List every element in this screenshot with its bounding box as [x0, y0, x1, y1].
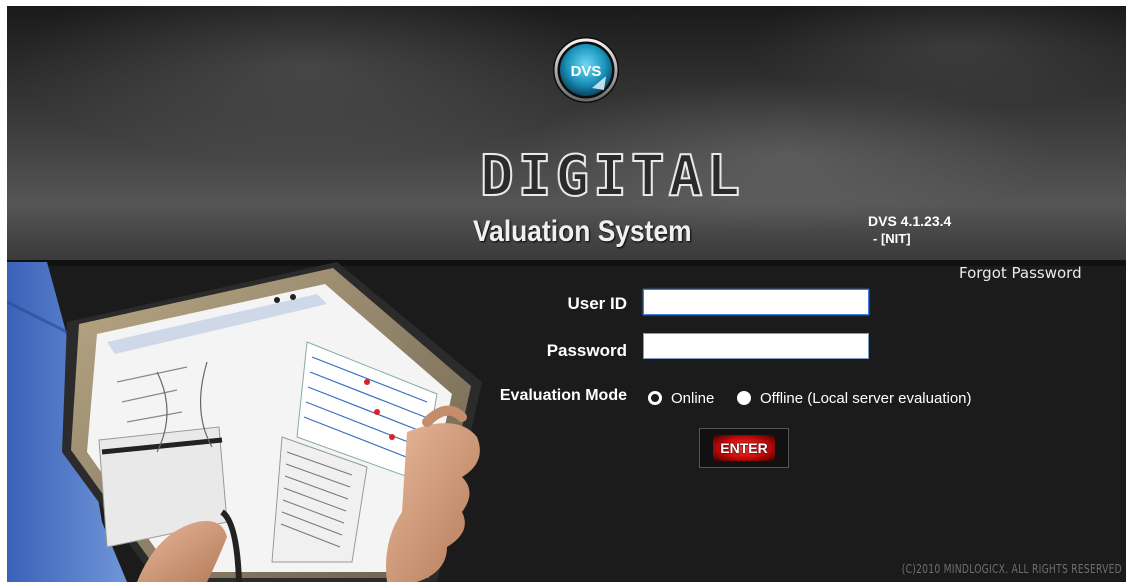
radio-offline[interactable]	[737, 391, 751, 405]
mode-option-offline[interactable]: Offline (Local server evaluation)	[737, 388, 972, 408]
evaluation-mode-label: Evaluation Mode	[499, 387, 627, 404]
tablet-illustration	[7, 262, 482, 582]
login-screen: DVS DIGITAL Valuation System DVS 4.1.23.…	[7, 6, 1126, 582]
dvs-logo-icon: DVS	[553, 37, 619, 103]
version-tag: - [NIT]	[873, 231, 911, 246]
enter-button-label: ENTER	[720, 440, 768, 456]
mode-option-online[interactable]: Online	[648, 388, 714, 408]
title-digital: DIGITAL	[479, 144, 745, 209]
enter-button[interactable]: ENTER	[699, 428, 789, 468]
radio-offline-label: Offline (Local server evaluation)	[760, 389, 972, 407]
password-label: Password	[546, 341, 627, 360]
version-number: DVS 4.1.23.4	[868, 213, 952, 229]
radio-online[interactable]	[648, 391, 662, 405]
copyright-text: (C)2010 MINDLOGICX. ALL RIGHTS RESERVED	[901, 562, 1122, 576]
radio-online-label: Online	[671, 389, 715, 407]
logo-text: DVS	[571, 63, 602, 80]
forgot-password-link[interactable]: Forgot Password	[959, 264, 1109, 282]
user-id-label: User ID	[567, 294, 627, 313]
title-valuation-system: Valuation System	[473, 215, 692, 248]
password-input[interactable]	[643, 333, 869, 359]
enter-button-glow: ENTER	[713, 435, 775, 461]
user-id-input[interactable]	[643, 289, 869, 315]
version-info: DVS 4.1.23.4 - [NIT]	[868, 212, 1008, 248]
